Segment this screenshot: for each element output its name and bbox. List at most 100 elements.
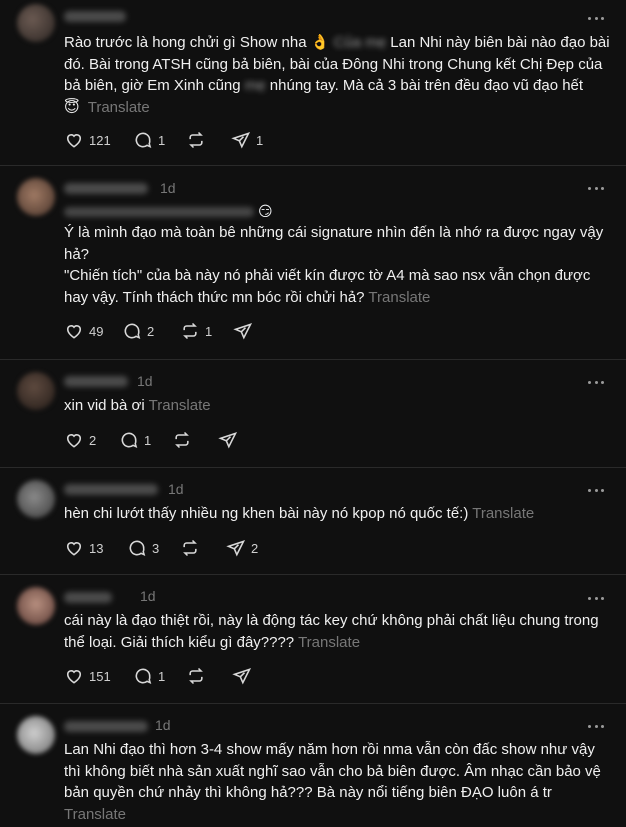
reply-count: 1 xyxy=(158,132,166,148)
like-count: 121 xyxy=(89,132,111,148)
username-redacted[interactable] xyxy=(64,183,148,194)
separator xyxy=(0,359,626,360)
comment-icon xyxy=(135,668,152,685)
share-count: 1 xyxy=(256,132,264,148)
redacted-subtitle xyxy=(64,207,254,217)
post-text: xin vid bà ơi Translate xyxy=(64,397,211,414)
like-button[interactable]: 49 xyxy=(64,321,103,341)
repost-count: 1 xyxy=(205,323,213,339)
post-text: Rào trước là hong chửi gì Show nha 👌 Của… xyxy=(64,34,614,116)
like-count: 151 xyxy=(89,668,111,684)
post-text: hèn chi lướt thấy nhiều ng khen bài này … xyxy=(64,505,535,522)
more-options-icon[interactable] xyxy=(588,724,604,728)
timestamp: 1d xyxy=(137,373,153,389)
redacted-text: mẹ xyxy=(244,77,266,94)
separator xyxy=(0,574,626,575)
repost-button[interactable] xyxy=(172,430,192,450)
repost-button[interactable] xyxy=(186,666,206,686)
heart-icon xyxy=(66,134,82,148)
send-icon xyxy=(226,539,246,557)
like-count: 2 xyxy=(89,432,97,448)
repost-icon xyxy=(175,431,189,449)
avatar[interactable] xyxy=(17,716,55,754)
like-button[interactable]: 121 xyxy=(64,130,111,150)
comment-icon xyxy=(135,132,152,149)
comment-icon xyxy=(124,323,141,340)
like-count: 49 xyxy=(89,323,104,339)
separator xyxy=(0,165,626,166)
post-text: Lan Nhi đạo thì hơn 3-4 show mấy năm hơn… xyxy=(64,741,606,823)
translate-link[interactable]: Translate xyxy=(368,289,430,306)
emoji: 😇 xyxy=(64,98,80,116)
reply-button[interactable]: 1 xyxy=(119,430,151,450)
username-redacted[interactable] xyxy=(64,721,148,732)
timestamp: 1d xyxy=(168,481,184,497)
repost-button[interactable] xyxy=(180,538,200,558)
send-icon xyxy=(233,322,253,340)
separator xyxy=(0,467,626,468)
reply-button[interactable]: 3 xyxy=(127,538,159,558)
post-text: cái này là đạo thiệt rồi, này là động tá… xyxy=(64,612,603,651)
post-text: Ý là mình đạo mà toàn bê những cái signa… xyxy=(64,224,608,306)
more-options-icon[interactable] xyxy=(588,596,604,600)
repost-button[interactable]: 1 xyxy=(180,321,212,341)
username-redacted[interactable] xyxy=(64,11,126,22)
avatar[interactable] xyxy=(17,587,55,625)
post-actions: 13 3 2 xyxy=(64,538,364,558)
heart-icon xyxy=(66,434,82,448)
share-button[interactable] xyxy=(232,666,252,686)
reply-count: 1 xyxy=(158,668,166,684)
post-actions: 121 1 1 xyxy=(64,130,364,150)
heart-icon xyxy=(66,670,82,684)
repost-button[interactable] xyxy=(186,130,206,150)
translate-link[interactable]: Translate xyxy=(64,806,126,823)
send-icon xyxy=(231,131,251,149)
translate-link[interactable]: Translate xyxy=(298,634,360,651)
redacted-text: Của mẹ xyxy=(329,34,391,51)
separator xyxy=(0,703,626,704)
username-redacted[interactable] xyxy=(64,484,158,495)
share-button[interactable]: 1 xyxy=(231,130,263,150)
heart-icon xyxy=(66,542,82,556)
like-button[interactable]: 13 xyxy=(64,538,103,558)
avatar[interactable] xyxy=(17,480,55,518)
like-button[interactable]: 151 xyxy=(64,666,111,686)
share-button[interactable]: 2 xyxy=(226,538,258,558)
username-redacted[interactable] xyxy=(64,376,128,387)
avatar[interactable] xyxy=(17,4,55,42)
comment-icon xyxy=(121,432,138,449)
heart-icon xyxy=(66,325,82,339)
reply-count: 3 xyxy=(152,540,160,556)
more-options-icon[interactable] xyxy=(588,488,604,492)
repost-icon xyxy=(183,322,197,340)
repost-icon xyxy=(183,539,197,557)
avatar[interactable] xyxy=(17,178,55,216)
reply-button[interactable]: 1 xyxy=(133,130,165,150)
reply-button[interactable]: 2 xyxy=(122,321,154,341)
like-count: 13 xyxy=(89,540,104,556)
reply-button[interactable]: 1 xyxy=(133,666,165,686)
emoji: 👌 xyxy=(310,34,330,51)
reply-count: 2 xyxy=(147,323,155,339)
reply-count: 1 xyxy=(144,432,152,448)
more-options-icon[interactable] xyxy=(588,186,604,190)
translate-link[interactable]: Translate xyxy=(88,99,150,116)
comment-icon xyxy=(129,540,146,557)
timestamp: 1d xyxy=(160,180,176,196)
more-options-icon[interactable] xyxy=(588,16,604,20)
translate-link[interactable]: Translate xyxy=(472,505,534,522)
username-redacted[interactable] xyxy=(64,592,112,603)
post-actions: 49 2 1 xyxy=(64,321,364,341)
translate-link[interactable]: Translate xyxy=(149,397,211,414)
repost-icon xyxy=(189,667,203,685)
share-button[interactable] xyxy=(218,430,238,450)
like-button[interactable]: 2 xyxy=(64,430,96,450)
post-actions: 151 1 xyxy=(64,666,364,686)
timestamp: 1d xyxy=(140,588,156,604)
send-icon xyxy=(218,431,238,449)
repost-icon xyxy=(189,131,203,149)
emoji: 😏 xyxy=(258,203,273,219)
share-button[interactable] xyxy=(233,321,253,341)
avatar[interactable] xyxy=(17,372,55,410)
more-options-icon[interactable] xyxy=(588,380,604,384)
